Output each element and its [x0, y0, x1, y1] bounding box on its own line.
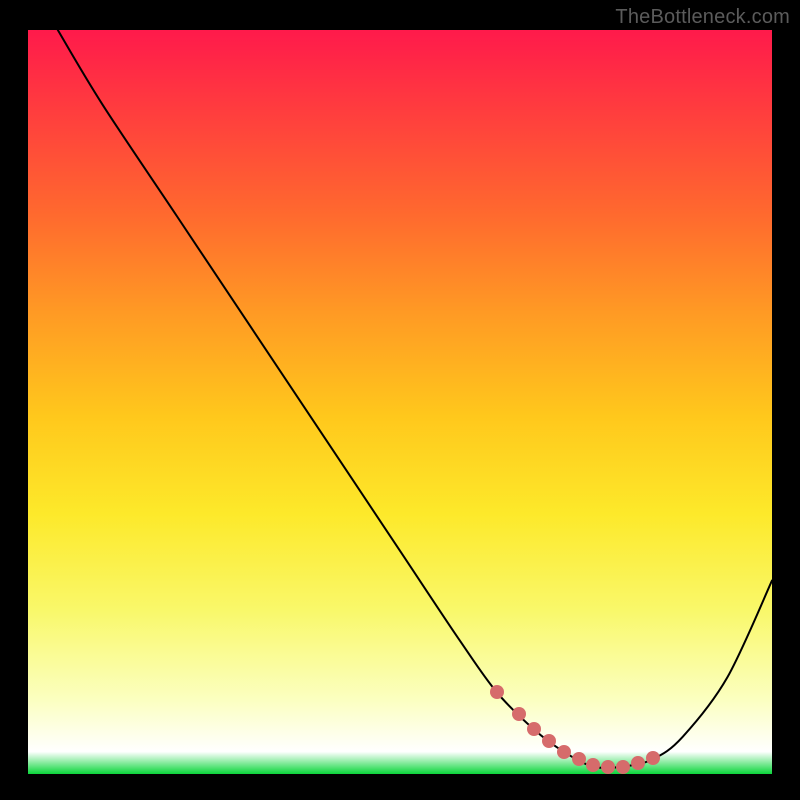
sample-dot	[490, 685, 504, 699]
chart-plot-area	[28, 30, 772, 774]
sample-dot	[572, 752, 586, 766]
sample-dot	[542, 734, 556, 748]
chart-container: TheBottleneck.com	[0, 0, 800, 800]
sample-dot	[646, 751, 660, 765]
sample-dot	[512, 707, 526, 721]
sample-dot	[616, 760, 630, 774]
sample-dot	[631, 756, 645, 770]
sample-dot	[557, 745, 571, 759]
sample-dot	[586, 758, 600, 772]
attribution-text: TheBottleneck.com	[615, 6, 790, 29]
bottleneck-curve	[58, 30, 772, 768]
curve-layer	[28, 30, 772, 774]
sample-dot	[601, 760, 615, 774]
sample-dot	[527, 722, 541, 736]
